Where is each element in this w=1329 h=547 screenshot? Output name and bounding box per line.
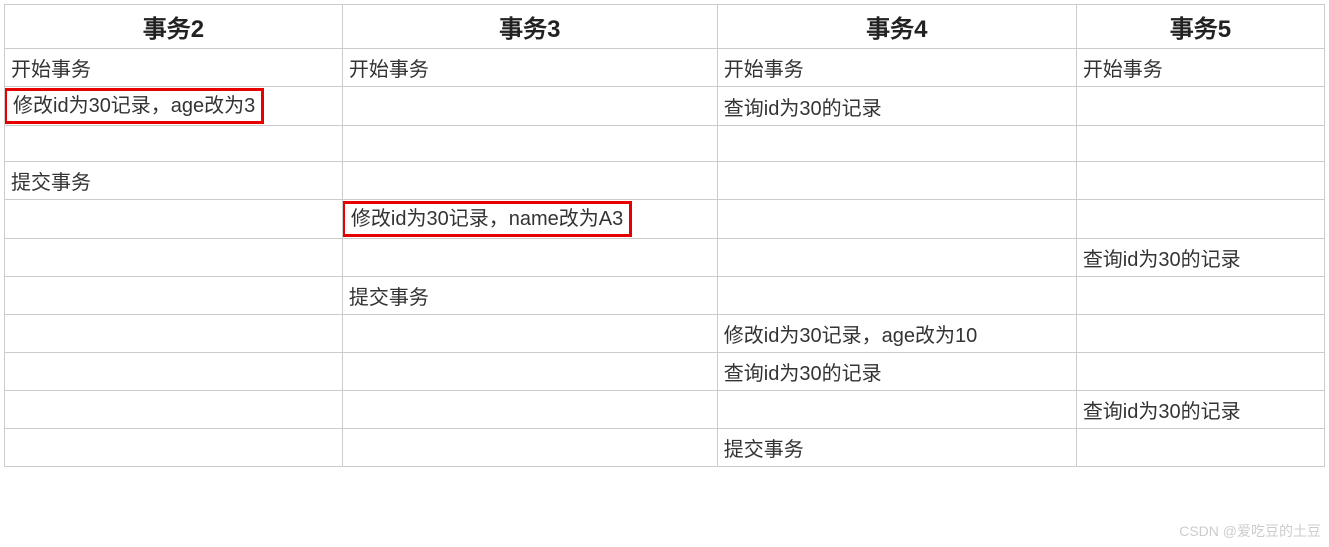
cell xyxy=(717,277,1076,315)
cell xyxy=(717,391,1076,429)
cell xyxy=(1076,353,1324,391)
cell xyxy=(717,239,1076,277)
cell: 查询id为30的记录 xyxy=(1076,239,1324,277)
table-row: 提交事务 xyxy=(5,162,1325,200)
cell xyxy=(342,126,717,162)
table-row: 提交事务 xyxy=(5,277,1325,315)
col-header-tx5: 事务5 xyxy=(1076,5,1324,49)
cell xyxy=(342,315,717,353)
highlight-box: 修改id为30记录，name改为A3 xyxy=(342,201,632,237)
col-header-tx2: 事务2 xyxy=(5,5,343,49)
table-row: 修改id为30记录，age改为10 xyxy=(5,315,1325,353)
cell: 查询id为30的记录 xyxy=(1076,391,1324,429)
cell xyxy=(342,391,717,429)
cell xyxy=(1076,315,1324,353)
cell xyxy=(5,200,343,239)
cell xyxy=(717,200,1076,239)
col-header-tx3: 事务3 xyxy=(342,5,717,49)
cell xyxy=(342,353,717,391)
cell xyxy=(1076,277,1324,315)
cell xyxy=(1076,162,1324,200)
cell: 提交事务 xyxy=(5,162,343,200)
cell xyxy=(342,239,717,277)
transaction-table: 事务2 事务3 事务4 事务5 开始事务 开始事务 开始事务 开始事务 修改id… xyxy=(4,4,1325,467)
cell: 开始事务 xyxy=(1076,49,1324,87)
cell xyxy=(1076,429,1324,467)
table-body: 开始事务 开始事务 开始事务 开始事务 修改id为30记录，age改为3 查询i… xyxy=(5,49,1325,467)
table-row: 查询id为30的记录 xyxy=(5,239,1325,277)
cell: 修改id为30记录，age改为10 xyxy=(717,315,1076,353)
cell xyxy=(342,87,717,126)
watermark: CSDN @爱吃豆的土豆 xyxy=(1179,521,1321,541)
table-row: 查询id为30的记录 xyxy=(5,353,1325,391)
cell xyxy=(717,162,1076,200)
cell: 开始事务 xyxy=(5,49,343,87)
cell: 查询id为30的记录 xyxy=(717,87,1076,126)
cell xyxy=(5,126,343,162)
cell: 修改id为30记录，name改为A3 xyxy=(342,200,717,239)
cell xyxy=(5,315,343,353)
cell xyxy=(717,126,1076,162)
cell xyxy=(1076,126,1324,162)
cell xyxy=(5,391,343,429)
table-row: 提交事务 xyxy=(5,429,1325,467)
cell: 开始事务 xyxy=(342,49,717,87)
cell: 修改id为30记录，age改为3 xyxy=(5,87,343,126)
cell xyxy=(5,353,343,391)
table-row: 开始事务 开始事务 开始事务 开始事务 xyxy=(5,49,1325,87)
cell xyxy=(342,162,717,200)
cell: 提交事务 xyxy=(342,277,717,315)
table-row: 修改id为30记录，age改为3 查询id为30的记录 xyxy=(5,87,1325,126)
cell xyxy=(5,239,343,277)
table-header-row: 事务2 事务3 事务4 事务5 xyxy=(5,5,1325,49)
cell: 开始事务 xyxy=(717,49,1076,87)
cell: 提交事务 xyxy=(717,429,1076,467)
cell xyxy=(342,429,717,467)
cell xyxy=(1076,200,1324,239)
col-header-tx4: 事务4 xyxy=(717,5,1076,49)
table-row: 查询id为30的记录 xyxy=(5,391,1325,429)
cell xyxy=(1076,87,1324,126)
highlight-box: 修改id为30记录，age改为3 xyxy=(5,88,265,124)
cell xyxy=(5,277,343,315)
table-row xyxy=(5,126,1325,162)
cell xyxy=(5,429,343,467)
cell: 查询id为30的记录 xyxy=(717,353,1076,391)
table-row: 修改id为30记录，name改为A3 xyxy=(5,200,1325,239)
